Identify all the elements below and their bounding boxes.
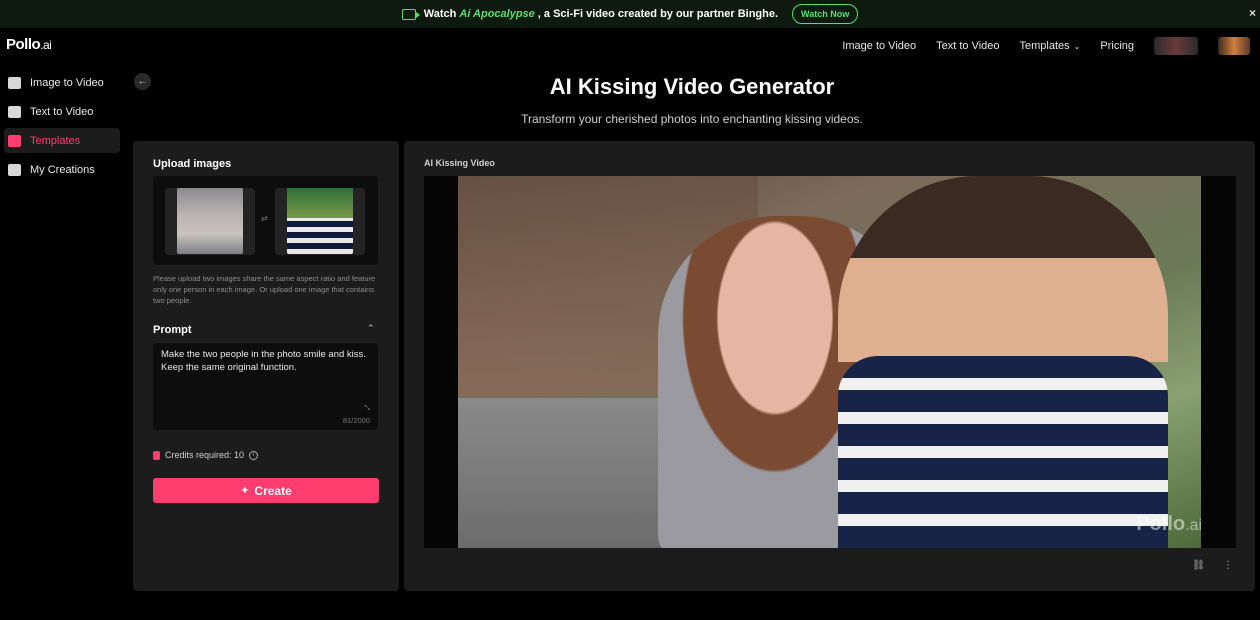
prompt-input[interactable]: Make the two people in the photo smile a… (153, 343, 378, 430)
sidebar: Image to Video Text to Video Templates M… (0, 70, 124, 186)
creations-icon (8, 163, 21, 176)
logo[interactable]: Pollo.ai (6, 36, 52, 53)
account-button[interactable] (1154, 37, 1198, 55)
upload-slot-1[interactable] (165, 188, 255, 255)
preview-panel: AI Kissing Video Pollo.ai ⛓ ⋮ (404, 141, 1255, 591)
preview-video-frame (458, 176, 1201, 548)
prompt-text[interactable]: Make the two people in the photo smile a… (161, 348, 371, 374)
link-icon[interactable]: ⛓ (1192, 560, 1205, 571)
banner-title-link[interactable]: Ai Apocalypse (459, 8, 534, 20)
prompt-title: Prompt (153, 324, 192, 336)
image-video-icon (8, 76, 21, 89)
prompt-char-count: 81/2000 (342, 416, 370, 425)
close-icon[interactable]: × (1249, 6, 1256, 20)
logo-main: Pollo (6, 36, 41, 53)
sidebar-item-text-to-video[interactable]: Text to Video (4, 99, 120, 124)
text-video-icon (8, 105, 21, 118)
banner-post: , a Sci-Fi video created by our partner … (537, 8, 779, 20)
watch-now-button[interactable]: Watch Now (792, 4, 859, 24)
nav-image-to-video[interactable]: Image to Video (842, 40, 916, 52)
sidebar-item-templates[interactable]: Templates (4, 128, 120, 153)
chevron-down-icon: ⌄ (1073, 42, 1081, 51)
chevron-up-icon[interactable]: ⌃ (367, 323, 375, 334)
more-icon[interactable]: ⋮ (1223, 560, 1233, 571)
page-title: AI Kissing Video Generator (549, 74, 835, 99)
preview-title: AI Kissing Video (424, 158, 495, 168)
watermark: Pollo.ai (1136, 513, 1202, 535)
uploaded-image-man (287, 188, 353, 254)
create-label: Create (254, 483, 292, 498)
swap-icon[interactable]: ⇄ (261, 214, 268, 223)
upload-images-title: Upload images (153, 158, 232, 170)
page-subtitle: Transform your cherished photos into enc… (521, 112, 863, 126)
create-button[interactable]: ✦ Create (153, 478, 379, 503)
sidebar-item-image-to-video[interactable]: Image to Video (4, 70, 120, 95)
uploaded-image-woman (177, 188, 243, 254)
nav-templates[interactable]: Templates ⌄ (1020, 40, 1081, 52)
credits-text: Credits required: 10 (165, 450, 245, 460)
upload-slot-2[interactable] (275, 188, 365, 255)
sidebar-item-label: My Creations (30, 163, 95, 176)
sidebar-item-my-creations[interactable]: My Creations (4, 157, 120, 182)
nav-pricing[interactable]: Pricing (1100, 40, 1134, 52)
banner-pre: Watch (423, 8, 457, 20)
resize-handle-icon[interactable]: ⤡ (364, 405, 370, 413)
nav-templates-label: Templates (1019, 40, 1070, 52)
nav-text-to-video[interactable]: Text to Video (936, 40, 999, 52)
credits-required: Credits required: 10 i (153, 450, 259, 460)
sidebar-item-label: Templates (30, 134, 81, 147)
info-icon[interactable]: i (249, 450, 259, 460)
generator-panel: Upload images ⇄ Please upload two images… (133, 141, 399, 591)
upload-hint: Please upload two images share the same … (153, 274, 376, 305)
sidebar-item-label: Image to Video (30, 76, 104, 89)
video-player[interactable]: Pollo.ai (424, 176, 1236, 548)
promo-banner: Watch Ai Apocalypse , a Sci-Fi video cre… (0, 0, 1260, 28)
sidebar-item-label: Text to Video (30, 105, 94, 118)
video-icon (401, 8, 420, 20)
logo-suffix: .ai (40, 38, 52, 52)
avatar[interactable] (1218, 37, 1250, 55)
sparkle-icon: ✦ (240, 485, 250, 497)
templates-icon (8, 134, 21, 147)
upload-area[interactable]: ⇄ (153, 176, 378, 265)
credits-icon (153, 450, 160, 460)
top-navigation: Pollo.ai Image to Video Text to Video Te… (0, 28, 1260, 62)
